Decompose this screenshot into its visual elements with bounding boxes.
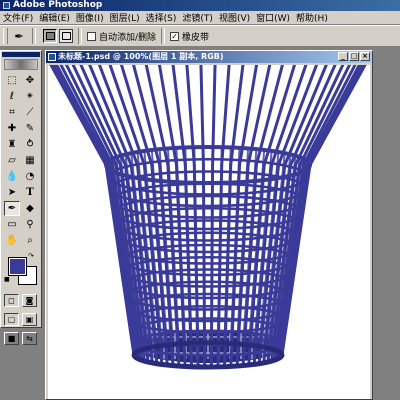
- options-separator: [161, 28, 166, 44]
- lasso-icon[interactable]: ℓ: [4, 89, 20, 104]
- swap-colors-icon[interactable]: ↷: [28, 252, 34, 260]
- maximize-button[interactable]: □: [349, 52, 359, 61]
- gradient-icon[interactable]: ▦: [22, 153, 38, 168]
- menu-layer[interactable]: 图层(L): [107, 11, 143, 24]
- marquee-icon[interactable]: ⬚: [4, 73, 20, 88]
- menu-filter[interactable]: 滤镜(T): [179, 11, 216, 24]
- standard-mode-icon[interactable]: ◻: [4, 294, 19, 307]
- minimize-button[interactable]: _: [338, 52, 348, 61]
- menu-view[interactable]: 视图(V): [216, 11, 253, 24]
- paths-icon: [61, 32, 71, 40]
- screen-modes: ▢ ▣: [4, 313, 41, 326]
- shape-layer-icon: [45, 32, 55, 40]
- auto-add-delete-label: 自动添加/删除: [99, 32, 157, 43]
- paths-button[interactable]: [59, 29, 73, 43]
- healing-icon[interactable]: ✚: [4, 121, 20, 136]
- hand-icon[interactable]: ✋: [4, 233, 20, 248]
- path-select-icon[interactable]: ➤: [4, 185, 20, 200]
- brush-icon[interactable]: ✎: [22, 121, 38, 136]
- photoshop-icon: [3, 2, 10, 9]
- options-grip[interactable]: [3, 28, 8, 44]
- options-separator: [78, 28, 82, 44]
- pen-icon[interactable]: ✒: [11, 28, 27, 44]
- foreground-color[interactable]: [8, 257, 27, 276]
- close-button[interactable]: ×: [360, 52, 370, 61]
- menu-bar: 文件(F) 编辑(E) 图像(I) 图层(L) 选择(S) 滤镜(T) 视图(V…: [0, 11, 400, 25]
- clone-stamp-icon[interactable]: ♜: [4, 137, 20, 152]
- pen-icon[interactable]: ✒: [4, 201, 20, 216]
- canvas[interactable]: [48, 65, 370, 399]
- document-title: 未标题-1.psd @ 100%(图层 1 副本, RGB): [58, 52, 224, 61]
- shape-layers-button[interactable]: [43, 29, 57, 43]
- mask-modes: ◻ ◙: [4, 294, 41, 307]
- menu-edit[interactable]: 编辑(E): [36, 11, 73, 24]
- type-icon[interactable]: T: [22, 185, 38, 200]
- app-title: Adobe Photoshop: [13, 0, 103, 10]
- quick-mask-icon[interactable]: ◙: [22, 294, 37, 307]
- options-separator: [32, 28, 36, 44]
- menu-window[interactable]: 窗口(W): [253, 11, 293, 24]
- menu-image[interactable]: 图像(I): [73, 11, 107, 24]
- rubber-band-option[interactable]: ✓ 橡皮带: [170, 30, 209, 43]
- dodge-icon[interactable]: ◔: [22, 169, 38, 184]
- rubber-band-label: 橡皮带: [182, 32, 210, 43]
- window-buttons: _ □ ×: [338, 52, 370, 61]
- eyedropper-icon[interactable]: ⚲: [22, 217, 38, 232]
- jump-to-imageready-icon[interactable]: ⇆: [22, 332, 37, 345]
- magic-wand-icon[interactable]: ✴: [22, 89, 38, 104]
- history-brush-icon[interactable]: ⥁: [22, 137, 38, 152]
- feather-logo-icon[interactable]: [4, 59, 38, 70]
- menu-select[interactable]: 选择(S): [143, 11, 180, 24]
- options-bar: ✒ 自动添加/删除 ✓ 橡皮带: [0, 25, 400, 47]
- tool-grid: ⬚ ✥ ℓ ✴ ⌗ ⟋ ✚ ✎ ♜ ⥁ ▱ ▦ 💧 ◔ ➤ T ✒ ◆ ▭ ⚲ …: [4, 73, 41, 248]
- move-icon[interactable]: ✥: [22, 73, 38, 88]
- shape-icon[interactable]: ◆: [22, 201, 38, 216]
- toolbox-titlebar[interactable]: [2, 52, 40, 57]
- screen-modes-2: ■ ⇆: [4, 332, 41, 345]
- auto-add-delete-checkbox[interactable]: [87, 31, 96, 41]
- menu-help[interactable]: 帮助(H): [293, 11, 331, 24]
- wire-basket-image: [49, 65, 367, 370]
- document-icon: [48, 53, 56, 61]
- app-titlebar: Adobe Photoshop: [0, 0, 400, 11]
- default-colors-icon[interactable]: ■: [4, 276, 10, 283]
- notes-icon[interactable]: ▭: [4, 217, 20, 232]
- full-screen-icon[interactable]: ■: [4, 332, 19, 345]
- standard-screen-icon[interactable]: ▢: [4, 313, 19, 326]
- color-swatches: ■ ↷: [4, 252, 38, 288]
- zoom-icon[interactable]: ⌕: [22, 233, 38, 248]
- menu-file[interactable]: 文件(F): [0, 11, 36, 24]
- slice-icon[interactable]: ⟋: [22, 105, 38, 120]
- document-titlebar[interactable]: 未标题-1.psd @ 100%(图层 1 副本, RGB) _ □ ×: [46, 51, 372, 63]
- crop-icon[interactable]: ⌗: [4, 105, 20, 120]
- eraser-icon[interactable]: ▱: [4, 153, 20, 168]
- full-screen-menu-icon[interactable]: ▣: [22, 313, 37, 326]
- document-window: 未标题-1.psd @ 100%(图层 1 副本, RGB) _ □ ×: [45, 50, 373, 400]
- auto-add-delete-option[interactable]: 自动添加/删除: [87, 30, 156, 43]
- rubber-band-checkbox[interactable]: ✓: [170, 31, 180, 41]
- toolbox: ⬚ ✥ ℓ ✴ ⌗ ⟋ ✚ ✎ ♜ ⥁ ▱ ▦ 💧 ◔ ➤ T ✒ ◆ ▭ ⚲ …: [0, 50, 42, 345]
- blur-icon[interactable]: 💧: [4, 169, 20, 184]
